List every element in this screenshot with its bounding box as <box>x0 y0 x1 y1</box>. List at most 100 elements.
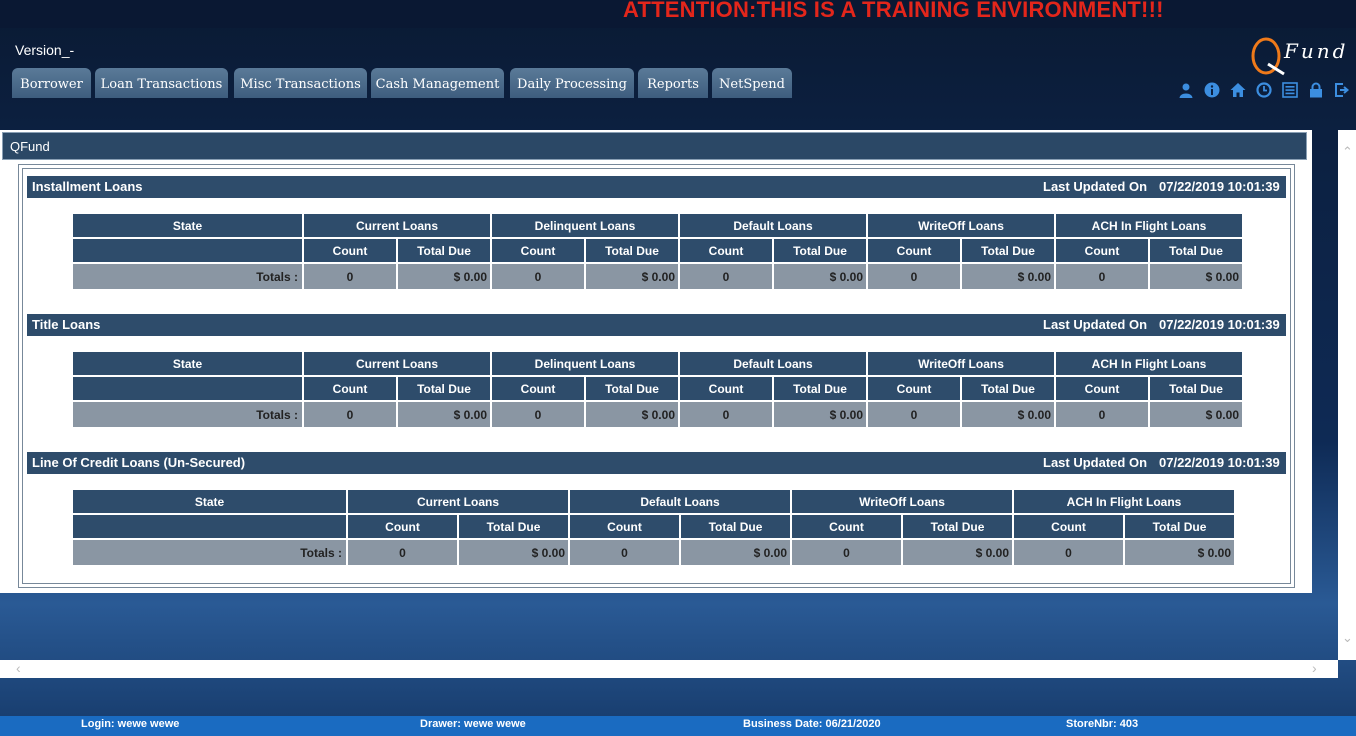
count-header: Count <box>1014 515 1123 538</box>
version-label: Version_- <box>15 42 75 58</box>
total-due-header: Total Due <box>1150 239 1242 262</box>
report-frame-inner: Installment Loans Last Updated On 07/22/… <box>22 168 1291 584</box>
scroll-left-icon[interactable]: ‹ <box>16 660 21 676</box>
total-count: 0 <box>680 264 772 289</box>
scroll-up-icon[interactable]: ⌃ <box>1342 144 1353 160</box>
total-due-header: Total Due <box>586 377 678 400</box>
tab-netspend[interactable]: NetSpend <box>712 68 792 98</box>
vertical-scrollbar[interactable]: ⌃ ⌄ <box>1338 130 1356 660</box>
tab-reports[interactable]: Reports <box>638 68 708 98</box>
group-header: WriteOff Loans <box>868 214 1054 237</box>
total-count: 0 <box>868 264 960 289</box>
state-subheader-blank <box>73 239 302 262</box>
group-header: Current Loans <box>304 352 490 375</box>
training-banner: ATTENTION:THIS IS A TRAINING ENVIRONMENT… <box>0 0 1356 28</box>
total-due: $ 0.00 <box>774 264 866 289</box>
home-icon[interactable] <box>1230 82 1246 98</box>
section-header-installment: Installment Loans Last Updated On 07/22/… <box>27 176 1286 198</box>
count-header: Count <box>680 239 772 262</box>
total-count: 0 <box>868 402 960 427</box>
count-header: Count <box>570 515 679 538</box>
total-count: 0 <box>304 402 396 427</box>
total-due: $ 0.00 <box>1150 402 1242 427</box>
installment-loans-table: State Current Loans Delinquent Loans Def… <box>71 212 1244 291</box>
total-count: 0 <box>492 264 584 289</box>
total-due-header: Total Due <box>1150 377 1242 400</box>
last-updated-value: 07/22/2019 10:01:39 <box>1159 179 1280 194</box>
count-header: Count <box>1056 239 1148 262</box>
state-header: State <box>73 214 302 237</box>
group-header: ACH In Flight Loans <box>1056 214 1242 237</box>
count-header: Count <box>680 377 772 400</box>
pane-title: QFund <box>2 132 1307 160</box>
total-due: $ 0.00 <box>398 264 490 289</box>
total-count: 0 <box>304 264 396 289</box>
user-icon[interactable] <box>1178 82 1194 98</box>
total-count: 0 <box>792 540 901 565</box>
state-header: State <box>73 490 346 513</box>
total-due: $ 0.00 <box>903 540 1012 565</box>
total-count: 0 <box>680 402 772 427</box>
group-header: Default Loans <box>680 352 866 375</box>
info-icon[interactable] <box>1204 82 1220 98</box>
total-due-header: Total Due <box>962 377 1054 400</box>
line-of-credit-table: State Current Loans Default Loans WriteO… <box>71 488 1236 567</box>
total-count: 0 <box>348 540 457 565</box>
lock-icon[interactable] <box>1308 82 1324 98</box>
state-subheader-blank <box>73 377 302 400</box>
section-title: Line Of Credit Loans (Un-Secured) <box>32 455 246 470</box>
drawer-status: Drawer: wewe wewe <box>420 718 526 730</box>
total-count: 0 <box>1014 540 1123 565</box>
totals-label: Totals : <box>73 264 302 289</box>
total-due-header: Total Due <box>903 515 1012 538</box>
last-updated-label: Last Updated On <box>1043 455 1148 470</box>
group-header: WriteOff Loans <box>792 490 1012 513</box>
scroll-right-icon[interactable]: › <box>1312 660 1317 676</box>
count-header: Count <box>304 239 396 262</box>
list-icon[interactable] <box>1282 82 1298 98</box>
totals-label: Totals : <box>73 540 346 565</box>
total-count: 0 <box>570 540 679 565</box>
count-header: Count <box>792 515 901 538</box>
last-updated-value: 07/22/2019 10:01:39 <box>1159 317 1280 332</box>
group-header: Default Loans <box>570 490 790 513</box>
tab-daily-processing[interactable]: Daily Processing <box>510 68 634 98</box>
total-due: $ 0.00 <box>1150 264 1242 289</box>
last-updated-label: Last Updated On <box>1043 317 1148 332</box>
tab-loan-transactions[interactable]: Loan Transactions <box>95 68 228 98</box>
total-due: $ 0.00 <box>962 402 1054 427</box>
count-header: Count <box>492 377 584 400</box>
group-header: Current Loans <box>304 214 490 237</box>
tab-misc-transactions[interactable]: Misc Transactions <box>234 68 367 98</box>
section-header-line-of-credit: Line Of Credit Loans (Un-Secured) Last U… <box>27 452 1286 474</box>
count-header: Count <box>868 377 960 400</box>
total-due-header: Total Due <box>774 239 866 262</box>
group-header: Delinquent Loans <box>492 352 678 375</box>
title-loans-table: State Current Loans Delinquent Loans Def… <box>71 350 1244 429</box>
total-due: $ 0.00 <box>586 402 678 427</box>
last-updated-label: Last Updated On <box>1043 179 1148 194</box>
total-due-header: Total Due <box>681 515 790 538</box>
count-header: Count <box>304 377 396 400</box>
total-due: $ 0.00 <box>586 264 678 289</box>
status-bar: Login: wewe wewe Drawer: wewe wewe Busin… <box>0 716 1356 736</box>
logout-icon[interactable] <box>1334 82 1350 98</box>
last-updated-value: 07/22/2019 10:01:39 <box>1159 455 1280 470</box>
section-title: Title Loans <box>32 317 101 332</box>
group-header: Delinquent Loans <box>492 214 678 237</box>
clock-icon[interactable] <box>1256 82 1272 98</box>
horizontal-scrollbar[interactable]: ‹ › <box>0 660 1338 678</box>
tab-borrower[interactable]: Borrower <box>12 68 91 98</box>
count-header: Count <box>868 239 960 262</box>
total-count: 0 <box>492 402 584 427</box>
group-header: Default Loans <box>680 214 866 237</box>
scroll-down-icon[interactable]: ⌄ <box>1342 630 1353 646</box>
qfund-logo: Fund <box>1250 34 1350 78</box>
total-count: 0 <box>1056 402 1148 427</box>
total-due-header: Total Due <box>962 239 1054 262</box>
tab-cash-management[interactable]: Cash Management <box>371 68 504 98</box>
total-due: $ 0.00 <box>1125 540 1234 565</box>
total-due-header: Total Due <box>774 377 866 400</box>
total-due: $ 0.00 <box>774 402 866 427</box>
logo-text: Fund <box>1283 39 1348 63</box>
